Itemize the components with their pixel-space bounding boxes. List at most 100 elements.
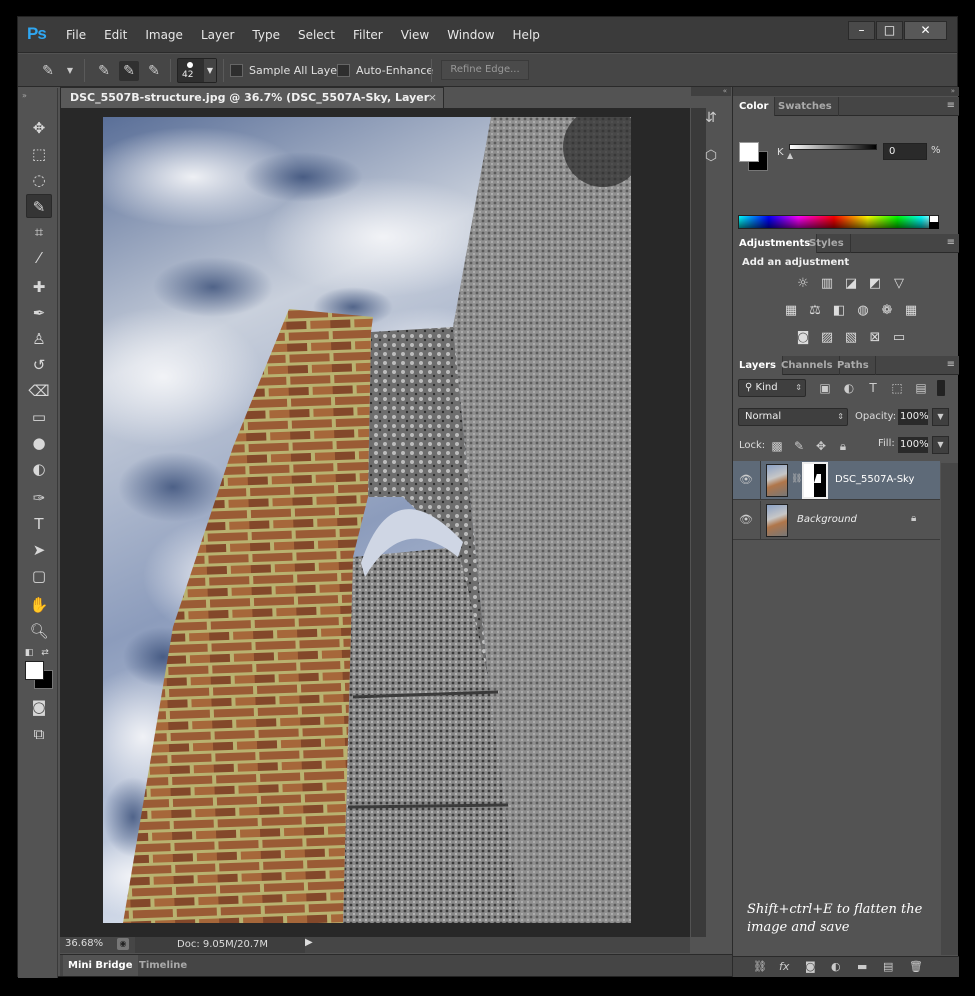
black-swatch[interactable] (929, 222, 939, 229)
fill-input[interactable]: 100% (898, 437, 929, 453)
menu-type[interactable]: Type (252, 28, 280, 42)
menu-image[interactable]: Image (145, 28, 183, 42)
threshold-icon[interactable]: ▧ (842, 329, 860, 347)
new-layer-icon[interactable]: ▤ (883, 960, 893, 973)
gradient-map-icon[interactable]: ▭ (890, 329, 908, 347)
selective-color-icon[interactable]: ⊠ (866, 329, 884, 347)
eraser-tool-icon[interactable]: ⌫ (26, 379, 52, 403)
foreground-color-swatch[interactable] (25, 661, 44, 680)
move-tool-icon[interactable]: ✥ (26, 116, 52, 140)
type-tool-icon[interactable]: T (26, 512, 52, 536)
eye-icon[interactable]: 👁︎ (739, 473, 753, 486)
tab-swatches[interactable]: Swatches (772, 97, 839, 116)
menu-window[interactable]: Window (447, 28, 494, 42)
menu-edit[interactable]: Edit (104, 28, 127, 42)
color-balance-icon[interactable]: ⚖ (806, 302, 824, 320)
tool-preset-picker-icon[interactable]: ✎ (38, 61, 58, 81)
rectangle-tool-icon[interactable]: ▢ (26, 564, 52, 588)
menu-layer[interactable]: Layer (201, 28, 234, 42)
collapse-dock-icon[interactable]: » (733, 87, 959, 96)
tab-paths[interactable]: Paths (831, 356, 876, 375)
photo-canvas[interactable] (103, 117, 631, 923)
layer-mask-thumbnail[interactable] (802, 462, 828, 499)
tab-channels[interactable]: Channels (775, 356, 840, 375)
shape-filter-icon[interactable]: ⬚ (889, 380, 905, 396)
smart-object-filter-icon[interactable]: ▤ (913, 380, 929, 396)
screen-mode-icon[interactable]: ⧉ (26, 722, 52, 746)
zoom-tool-icon[interactable]: 🔍︎ (26, 619, 52, 643)
brightness-contrast-icon[interactable]: ☼ (794, 275, 812, 293)
document-canvas-area[interactable] (60, 108, 690, 937)
chevron-down-icon[interactable]: ▼ (932, 436, 949, 454)
layer-row-sky[interactable]: 👁︎ ⛓ DSC_5507A-Sky (733, 461, 940, 500)
menu-help[interactable]: Help (513, 28, 540, 42)
k-slider[interactable] (789, 144, 877, 150)
close-document-icon[interactable]: × (428, 88, 437, 108)
layer-name[interactable]: Background (797, 514, 857, 525)
photo-filter-icon[interactable]: ◍ (854, 302, 872, 320)
color-lookup-icon[interactable]: ▦ (902, 302, 920, 320)
menu-select[interactable]: Select (298, 28, 335, 42)
new-adjustment-layer-icon[interactable]: ◐ (831, 960, 841, 973)
foreground-color-swatch[interactable] (739, 142, 759, 162)
blend-mode-select[interactable]: Normal ⇕ (738, 408, 848, 426)
tab-styles[interactable]: Styles (803, 234, 851, 253)
sample-all-layers-checkbox[interactable]: Sample All Layers (230, 64, 347, 77)
layer-row-background[interactable]: 👁︎ Background 🔒︎ (733, 501, 940, 540)
pixel-filter-icon[interactable]: ▣ (817, 380, 833, 396)
marquee-tool-icon[interactable]: ⬚ (26, 142, 52, 166)
channel-mixer-icon[interactable]: ❁ (878, 302, 896, 320)
quick-selection-tool-icon[interactable]: ✎ (26, 194, 52, 218)
lock-transparent-icon[interactable]: ▩ (769, 438, 785, 454)
brush-picker[interactable]: 42 ▼ (177, 58, 217, 83)
layer-thumbnail[interactable] (766, 504, 788, 537)
new-group-icon[interactable]: ▬ (857, 960, 867, 973)
add-mask-icon[interactable]: ◙ (805, 960, 816, 973)
invert-icon[interactable]: ◙ (794, 329, 812, 347)
layer-thumbnail[interactable] (766, 464, 788, 497)
document-tab[interactable]: DSC_5507B-structure.jpg @ 36.7% (DSC_550… (60, 87, 444, 124)
collapse-toolbox-icon[interactable]: » (22, 91, 27, 100)
filter-toggle-switch[interactable] (937, 380, 945, 396)
path-selection-tool-icon[interactable]: ➤ (26, 538, 52, 562)
menu-view[interactable]: View (401, 28, 429, 42)
properties-panel-icon[interactable]: ⬡ (699, 144, 723, 168)
minimize-button[interactable]: – (848, 21, 875, 40)
lasso-tool-icon[interactable]: ◌ (26, 168, 52, 192)
status-menu-arrow-icon[interactable]: ▶ (305, 937, 313, 948)
menu-file[interactable]: File (66, 28, 86, 42)
chevron-down-icon[interactable]: ▼ (60, 61, 80, 81)
auto-enhance-checkbox[interactable]: Auto-Enhance (337, 64, 433, 77)
zoom-level[interactable]: 36.68% (65, 938, 103, 949)
lock-position-icon[interactable]: ✥ (813, 438, 829, 454)
pen-tool-icon[interactable]: ✑ (26, 486, 52, 510)
brush-tool-icon[interactable]: ✒ (26, 301, 52, 325)
eye-icon[interactable]: 👁︎ (739, 513, 753, 526)
add-to-selection-icon[interactable]: ✎ (119, 61, 139, 81)
slider-thumb-icon[interactable]: ▲ (787, 151, 793, 160)
layer-name[interactable]: DSC_5507A-Sky (835, 474, 914, 485)
export-icon[interactable]: ◉ (117, 938, 129, 950)
chevron-down-icon[interactable]: ▼ (932, 408, 949, 426)
lock-pixels-icon[interactable]: ✎ (791, 438, 807, 454)
history-brush-tool-icon[interactable]: ↺ (26, 353, 52, 377)
blur-tool-icon[interactable]: ● (26, 431, 52, 455)
healing-brush-tool-icon[interactable]: ✚ (26, 275, 52, 299)
hand-tool-icon[interactable]: ✋ (26, 593, 52, 617)
panel-menu-icon[interactable]: ≡ (947, 100, 955, 111)
maximize-button[interactable]: □ (876, 21, 903, 40)
delete-layer-icon[interactable]: 🗑︎ (909, 960, 923, 973)
quick-mask-icon[interactable]: ◙ (26, 695, 52, 719)
link-icon[interactable]: ⛓ (791, 474, 802, 484)
history-panel-icon[interactable]: ⇵ (699, 106, 723, 130)
new-selection-icon[interactable]: ✎ (94, 61, 114, 81)
clone-stamp-tool-icon[interactable]: ♙ (26, 327, 52, 351)
link-layers-icon[interactable]: ⛓ (753, 960, 767, 973)
k-value-input[interactable]: 0 (883, 143, 927, 160)
exposure-icon[interactable]: ◩ (866, 275, 884, 293)
close-button[interactable]: ✕ (904, 21, 947, 40)
tab-mini-bridge[interactable]: Mini Bridge (63, 955, 138, 976)
curves-icon[interactable]: ◪ (842, 275, 860, 293)
expand-panels-icon[interactable]: « (691, 87, 731, 96)
eyedropper-tool-icon[interactable]: ⁄ (26, 246, 52, 270)
